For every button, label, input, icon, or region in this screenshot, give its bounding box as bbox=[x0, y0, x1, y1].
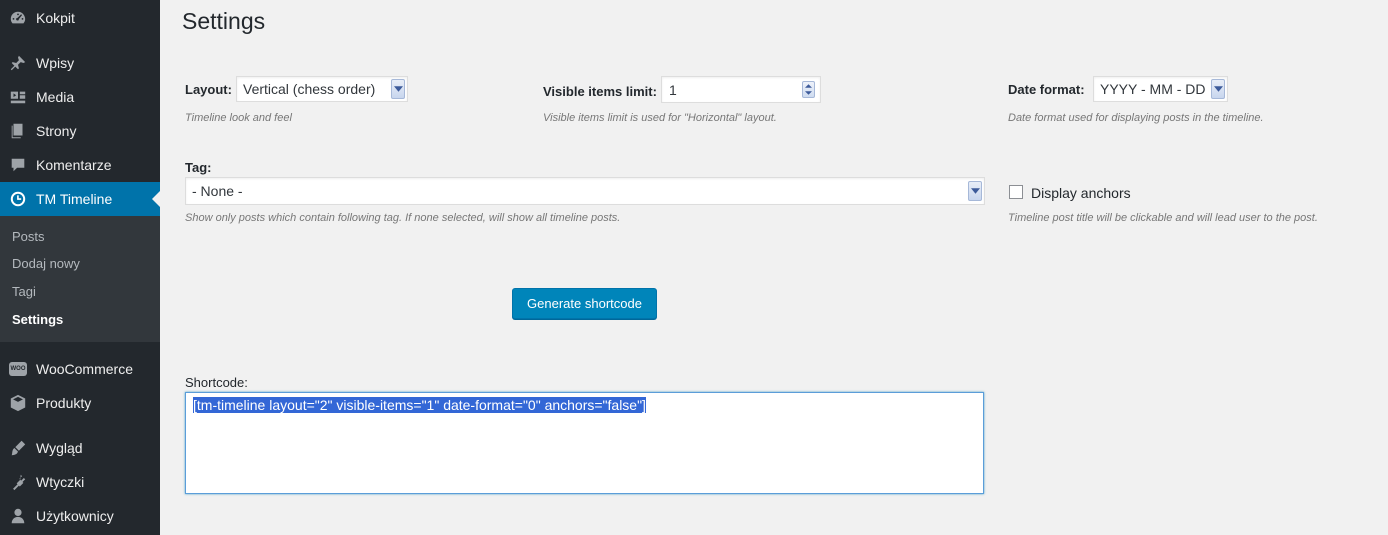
date-format-select[interactable]: YYYY - MM - DD bbox=[1093, 76, 1228, 102]
layout-select[interactable]: Vertical (chess order) bbox=[236, 76, 408, 102]
tag-select[interactable]: - None - bbox=[185, 177, 985, 205]
menu-label: Komentarze bbox=[36, 157, 112, 173]
menu-item-uzytkownicy[interactable]: Użytkownicy bbox=[0, 499, 160, 533]
chevron-down-icon[interactable] bbox=[391, 79, 405, 99]
layout-select-value: Vertical (chess order) bbox=[243, 81, 376, 97]
shortcode-textarea[interactable]: [tm-timeline layout="2" visible-items="1… bbox=[185, 392, 984, 494]
submenu-tagi[interactable]: Tagi bbox=[12, 284, 36, 299]
menu-label: Kokpit bbox=[36, 10, 75, 26]
tag-select-value: - None - bbox=[192, 183, 243, 199]
display-anchors-checkbox[interactable] bbox=[1009, 185, 1023, 199]
products-icon bbox=[0, 394, 36, 412]
menu-label: Wtyczki bbox=[36, 474, 85, 490]
users-icon bbox=[0, 507, 36, 525]
shortcode-value: [tm-timeline layout="2" visible-items="1… bbox=[193, 397, 646, 413]
chevron-down-icon[interactable] bbox=[968, 181, 982, 201]
menu-label: WooCommerce bbox=[36, 361, 133, 377]
menu-item-woocommerce[interactable]: WOO WooCommerce bbox=[0, 352, 160, 386]
visible-items-description: Visible items limit is used for "Horizon… bbox=[543, 112, 777, 124]
menu-label: Wpisy bbox=[36, 55, 75, 71]
menu-item-produkty[interactable]: Produkty bbox=[0, 386, 160, 420]
shortcode-label: Shortcode: bbox=[185, 375, 248, 390]
submenu-posts[interactable]: Posts bbox=[12, 229, 45, 244]
pushpin-icon bbox=[0, 54, 36, 72]
plugins-icon bbox=[0, 473, 36, 491]
menu-item-media[interactable]: Media bbox=[0, 80, 160, 114]
menu-item-kokpit[interactable]: Kokpit bbox=[0, 1, 160, 35]
menu-label: Strony bbox=[36, 123, 77, 139]
submenu-dodaj-nowy[interactable]: Dodaj nowy bbox=[12, 256, 80, 271]
menu-item-wyglad[interactable]: Wygląd bbox=[0, 431, 160, 465]
visible-items-spinner[interactable] bbox=[802, 81, 815, 98]
spinner-down-icon[interactable] bbox=[803, 90, 814, 98]
appearance-icon bbox=[0, 439, 36, 457]
dashboard-icon bbox=[0, 9, 36, 27]
tm-timeline-submenu: Posts Dodaj nowy Tagi Settings bbox=[0, 216, 160, 342]
menu-label: TM Timeline bbox=[36, 191, 113, 207]
date-format-label: Date format: bbox=[1008, 82, 1085, 97]
submenu-settings[interactable]: Settings bbox=[12, 312, 63, 327]
layout-label: Layout: bbox=[185, 82, 232, 97]
menu-label: Wygląd bbox=[36, 440, 83, 456]
display-anchors-label[interactable]: Display anchors bbox=[1031, 185, 1131, 201]
chevron-down-icon[interactable] bbox=[1211, 79, 1225, 99]
generate-shortcode-button[interactable]: Generate shortcode bbox=[512, 288, 657, 319]
visible-items-value: 1 bbox=[669, 81, 677, 98]
date-format-select-value: YYYY - MM - DD bbox=[1100, 81, 1206, 97]
date-format-description: Date format used for displaying posts in… bbox=[1008, 112, 1264, 124]
layout-description: Timeline look and feel bbox=[185, 112, 292, 124]
menu-item-wtyczki[interactable]: Wtyczki bbox=[0, 465, 160, 499]
spinner-up-icon[interactable] bbox=[803, 82, 814, 90]
tag-label: Tag: bbox=[185, 160, 212, 175]
visible-items-input[interactable]: 1 bbox=[661, 76, 821, 103]
woocommerce-icon: WOO bbox=[0, 362, 36, 376]
media-icon bbox=[0, 88, 36, 106]
menu-item-tm-timeline[interactable]: TM Timeline bbox=[0, 182, 160, 216]
visible-items-label: Visible items limit: bbox=[543, 84, 657, 99]
admin-sidebar: Kokpit Wpisy Media Strony Komentarze TM … bbox=[0, 0, 160, 535]
tag-description: Show only posts which contain following … bbox=[185, 212, 621, 224]
display-anchors-description: Timeline post title will be clickable an… bbox=[1008, 212, 1318, 224]
comments-icon bbox=[0, 156, 36, 174]
clock-icon bbox=[0, 190, 36, 208]
page-title: Settings bbox=[182, 8, 266, 34]
menu-label: Media bbox=[36, 89, 75, 105]
menu-item-strony[interactable]: Strony bbox=[0, 114, 160, 148]
menu-item-komentarze[interactable]: Komentarze bbox=[0, 148, 160, 182]
menu-label: Użytkownicy bbox=[36, 508, 114, 524]
pages-icon bbox=[0, 122, 36, 140]
menu-label: Produkty bbox=[36, 395, 92, 411]
menu-item-wpisy[interactable]: Wpisy bbox=[0, 46, 160, 80]
main-content: Settings Layout: Vertical (chess order) … bbox=[160, 0, 1388, 535]
